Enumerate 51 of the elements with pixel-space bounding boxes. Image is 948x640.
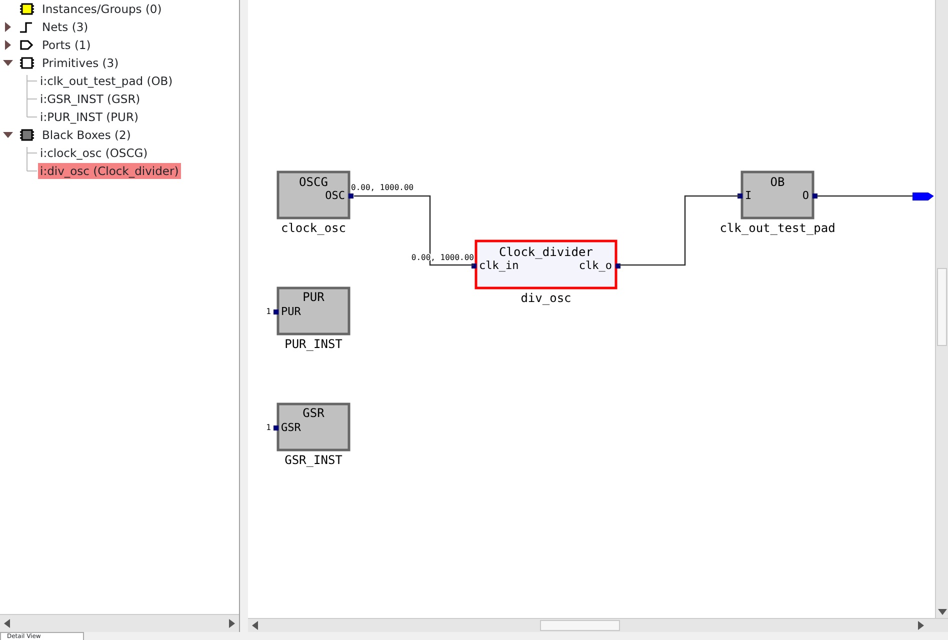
tree-item[interactable]: i:clk_out_test_pad (OB) [38,73,175,89]
port-label: clk_o [578,259,612,272]
net-label: 0.00, 1000.00 [351,183,414,192]
block-title: OSCG [299,175,328,189]
block-title: Clock_divider [499,245,593,259]
scroll-thumb[interactable] [937,268,947,346]
port-label: clk_in [479,259,519,272]
scroll-left-icon[interactable] [4,619,10,628]
block-title: GSR [302,406,324,420]
schematic-block[interactable] [276,402,350,452]
chip-icon [19,56,35,70]
instance-label: clock_osc [280,221,346,235]
port-label: PUR [281,305,301,318]
tie-value: 1 [266,307,271,316]
scroll-right-icon[interactable] [918,621,924,630]
schematic-block[interactable] [474,240,618,290]
tree-item[interactable]: i:GSR_INST (GSR) [38,91,142,107]
net-icon [19,20,35,34]
scroll-right-icon[interactable] [229,619,235,628]
tree-item[interactable]: i:PUR_INST (PUR) [38,109,140,125]
instance-label: div_osc [520,291,572,305]
tree-item[interactable]: i:div_osc (Clock_divider) [38,163,181,179]
scroll-down-icon[interactable] [938,609,947,615]
block-title: OB [770,175,785,189]
tree-item[interactable]: Nets (3) [40,19,90,35]
port-label: OSC [325,189,345,202]
scroll-left-icon[interactable] [252,621,258,630]
instance-label: PUR_INST [284,337,342,351]
schematic-block[interactable] [276,170,350,220]
tree-item[interactable]: Primitives (3) [40,55,121,71]
tree-item[interactable]: i:clock_osc (OSCG) [38,145,150,161]
port-label: GSR [281,421,301,434]
instance-label: GSR_INST [284,453,342,467]
tree-line [26,74,38,90]
net-wire[interactable] [354,195,474,266]
tree-item[interactable]: Ports (1) [40,37,93,53]
output-port-icon[interactable] [912,192,934,200]
chip-icon [19,128,35,142]
tie-value: 1 [266,423,271,432]
tree-item[interactable]: Black Boxes (2) [40,127,133,143]
port-label: O [802,189,809,202]
schematic-block[interactable] [740,170,814,220]
group-chip-icon [19,2,35,16]
port-icon [19,38,35,52]
scroll-thumb[interactable] [540,620,620,631]
tree-item[interactable]: Instances/Groups (0) [40,1,164,17]
port-label: I [745,189,752,202]
schematic-block[interactable] [276,286,350,336]
block-title: PUR [302,290,324,304]
net-wire[interactable] [817,195,913,197]
instance-label: clk_out_test_pad [720,221,836,235]
